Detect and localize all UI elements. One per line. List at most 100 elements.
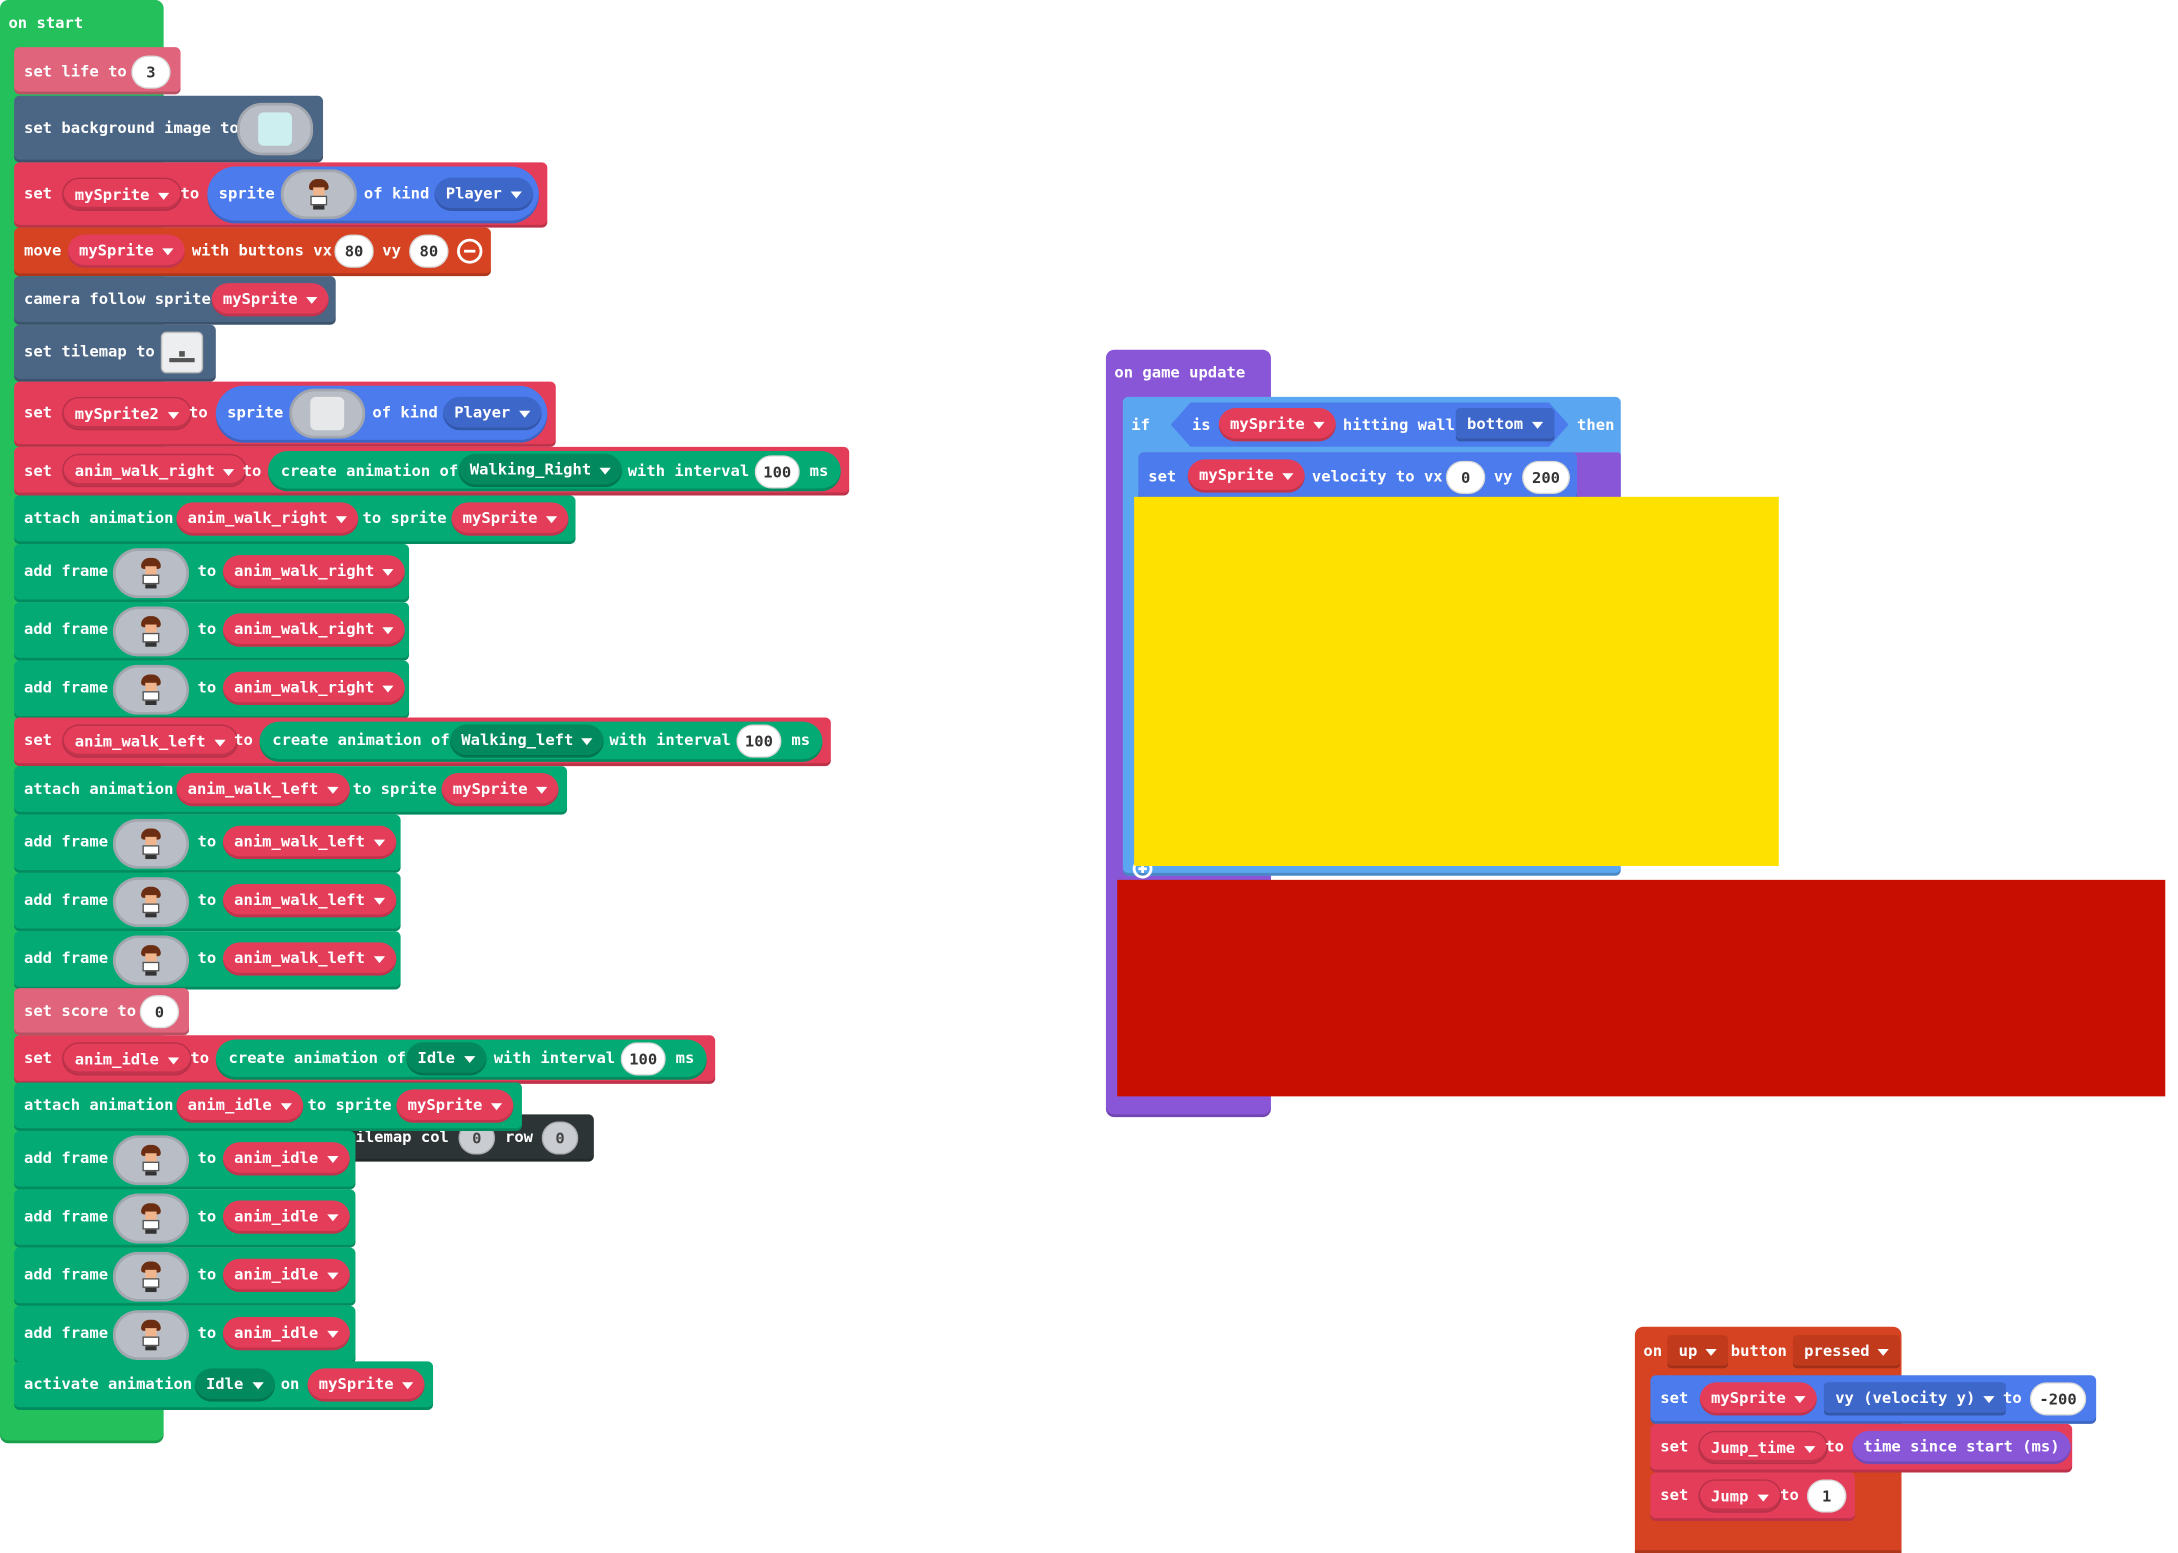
camera-sprite-dropdown[interactable]: mySprite: [211, 283, 329, 317]
on-keyword: on: [1643, 1342, 1663, 1361]
anim-walk-right-var-dropdown[interactable]: anim_walk_right: [62, 453, 248, 488]
frame-anim-dropdown[interactable]: anim_idle: [222, 1258, 350, 1293]
background-image-picker[interactable]: [236, 102, 314, 156]
walking-left-dropdown[interactable]: Walking_left: [449, 724, 605, 758]
velocity-sprite-dropdown[interactable]: mySprite: [1187, 459, 1305, 493]
set-vy-sprite-dropdown[interactable]: mySprite: [1699, 1382, 1817, 1416]
attach-animation-left-label: attach animation: [23, 779, 174, 798]
add-frame-label: add frame: [23, 620, 109, 639]
jump-time-var-dropdown[interactable]: Jump_time: [1698, 1430, 1828, 1465]
frame-anim-dropdown[interactable]: anim_idle: [222, 1317, 350, 1351]
velocity-vy-label: vy: [1493, 467, 1513, 486]
of-kind2-label: of kind: [372, 403, 438, 422]
hitting-sprite-dropdown[interactable]: mySprite: [1218, 408, 1336, 442]
frame-anim-dropdown[interactable]: anim_walk_right: [222, 671, 406, 706]
to-sprite-left-label: to sprite: [352, 779, 437, 798]
tilemap-picker[interactable]: [160, 331, 204, 374]
attach-sprite-left-dropdown[interactable]: mySprite: [441, 773, 559, 807]
add-frame-label: add frame: [23, 949, 109, 968]
frame-anim-dropdown[interactable]: anim_idle: [222, 1200, 350, 1234]
set-keyword: set: [23, 184, 53, 203]
with-buttons-label: with buttons vx: [191, 241, 332, 260]
frame-image-picker[interactable]: [112, 935, 190, 986]
frame-image-picker[interactable]: [112, 1193, 190, 1244]
attach-sprite-idle-dropdown[interactable]: mySprite: [396, 1089, 514, 1123]
tilemap-col-label: ilemap col: [355, 1128, 449, 1147]
frame-image-picker[interactable]: [112, 1310, 190, 1361]
frame-image-picker[interactable]: [112, 548, 190, 599]
velocity-vy-value[interactable]: 200: [1522, 460, 1570, 495]
add-frame-label: add frame: [23, 1265, 109, 1284]
frame-anim-dropdown[interactable]: anim_walk_right: [222, 555, 406, 589]
blocks-workspace[interactable]: on start set life to 3 set background im…: [0, 0, 2178, 1553]
set-life-label: set life to: [23, 62, 127, 81]
time-since-start-block[interactable]: time since start (ms): [1852, 1430, 2071, 1465]
jump-value[interactable]: 1: [1806, 1479, 1847, 1513]
tilemap-row-label: row: [504, 1128, 534, 1147]
sprite-keyword: sprite: [218, 184, 275, 203]
vy-value[interactable]: 80: [409, 234, 449, 268]
move-sprite-dropdown[interactable]: mySprite: [67, 234, 185, 268]
attach-anim-right-dropdown[interactable]: anim_walk_right: [176, 502, 359, 536]
kind-dropdown[interactable]: Player: [434, 177, 533, 211]
walking-right-dropdown[interactable]: Walking_Right: [458, 453, 623, 488]
add-frame-label: add frame: [23, 562, 109, 581]
sprite-image-picker[interactable]: [280, 169, 357, 220]
move-keyword: move: [23, 241, 62, 260]
collapse-minus-icon[interactable]: [457, 238, 483, 264]
add-frame-label: add frame: [23, 890, 109, 910]
frame-image-picker[interactable]: [112, 664, 190, 715]
set-score-label: set score to: [23, 1001, 137, 1021]
kind2-dropdown[interactable]: Player: [442, 396, 542, 431]
wall-side-dropdown[interactable]: bottom: [1455, 408, 1555, 442]
sprite2-image-picker[interactable]: [289, 388, 366, 439]
attach-sprite-right-dropdown[interactable]: mySprite: [451, 502, 569, 536]
tilemap-row-value[interactable]: 0: [541, 1121, 579, 1155]
jump-var-dropdown[interactable]: Jump: [1698, 1479, 1781, 1513]
mysprite2-variable-dropdown[interactable]: mySprite2: [62, 396, 192, 431]
frame-anim-dropdown[interactable]: anim_walk_left: [222, 942, 396, 976]
camera-follow-label: camera follow sprite: [23, 290, 211, 309]
frame-to-label: to: [197, 832, 217, 851]
frame-image-picker[interactable]: [112, 877, 190, 928]
activate-anim-dropdown[interactable]: Idle: [194, 1368, 275, 1402]
to-keyword: to: [180, 184, 200, 203]
set-vy-value[interactable]: -200: [2029, 1382, 2087, 1416]
interval-right-value[interactable]: 100: [754, 455, 800, 489]
vy-property-dropdown[interactable]: vy (velocity y): [1823, 1382, 2007, 1416]
event-dropdown[interactable]: pressed: [1792, 1335, 1901, 1369]
frame-image-picker[interactable]: [112, 606, 190, 657]
frame-anim-dropdown[interactable]: anim_walk_right: [222, 613, 406, 647]
attach-anim-left-dropdown[interactable]: anim_walk_left: [176, 773, 350, 807]
frame-anim-dropdown[interactable]: anim_idle: [222, 1142, 350, 1176]
set-background-label: set background image to: [23, 119, 239, 138]
jump-to-label: to: [1780, 1486, 1799, 1505]
vx-value[interactable]: 80: [334, 234, 374, 268]
life-value[interactable]: 3: [131, 55, 171, 89]
frame-anim-dropdown[interactable]: anim_walk_left: [222, 825, 396, 860]
ms-left-label: ms: [791, 731, 811, 750]
create-animation-label: create animation of: [280, 462, 459, 481]
interval-idle-value[interactable]: 100: [620, 1042, 666, 1076]
frame-image-picker[interactable]: [112, 1251, 190, 1302]
velocity-vx-value[interactable]: 0: [1445, 460, 1486, 495]
anim-walk-left-var-dropdown[interactable]: anim_walk_left: [62, 724, 238, 758]
frame-image-picker[interactable]: [112, 1135, 190, 1186]
idle-anim-dropdown[interactable]: Idle: [406, 1042, 486, 1076]
to5-keyword: to: [190, 1049, 210, 1068]
on-start-label: on start: [8, 13, 84, 32]
anim-idle-var-dropdown[interactable]: anim_idle: [62, 1042, 192, 1076]
to3-keyword: to: [242, 462, 262, 481]
attach-animation-idle-label: attach animation: [23, 1096, 174, 1115]
button-dropdown[interactable]: up: [1667, 1335, 1729, 1369]
interval-left-value[interactable]: 100: [736, 724, 782, 758]
frame-to-label: to: [197, 620, 217, 639]
attach-anim-idle-dropdown[interactable]: anim_idle: [176, 1089, 303, 1123]
frame-to-label: to: [197, 1323, 217, 1343]
set4-keyword: set: [23, 731, 53, 750]
mysprite-variable-dropdown[interactable]: mySprite: [62, 177, 182, 211]
activate-sprite-dropdown[interactable]: mySprite: [307, 1368, 425, 1402]
frame-anim-dropdown[interactable]: anim_walk_left: [222, 884, 396, 918]
frame-image-picker[interactable]: [112, 818, 190, 869]
score-value[interactable]: 0: [139, 995, 180, 1029]
